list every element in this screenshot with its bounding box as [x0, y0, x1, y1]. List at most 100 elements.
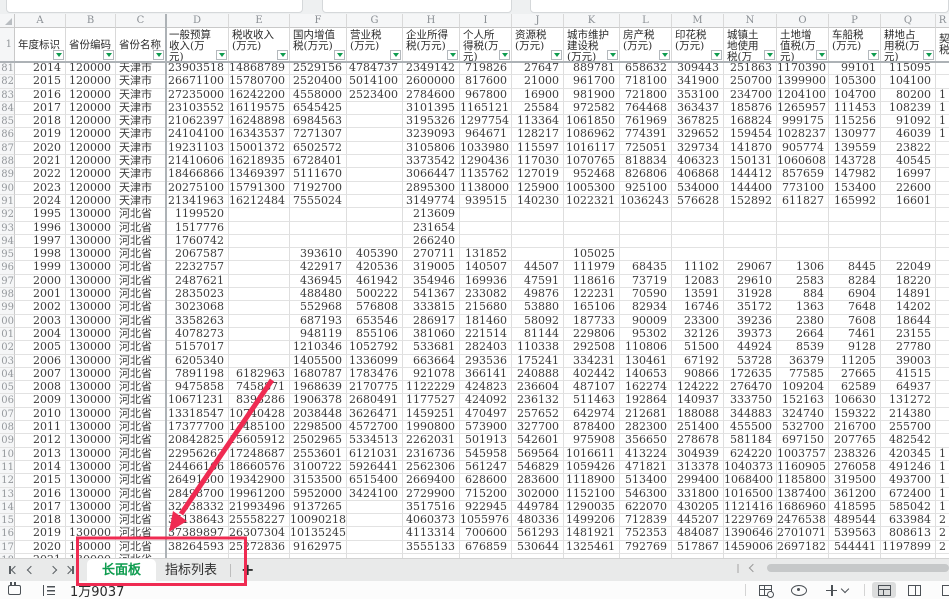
cell[interactable]	[564, 208, 620, 222]
cell[interactable]: 7461	[829, 327, 881, 342]
cell[interactable]	[724, 221, 777, 235]
cell[interactable]: 576628	[672, 194, 724, 209]
cell[interactable]: 130000	[66, 421, 116, 435]
cell[interactable]: 3149774	[403, 194, 460, 209]
cell[interactable]: 1481921	[564, 527, 620, 541]
cell[interactable]: 6121031	[347, 447, 403, 461]
cell[interactable]: 293536	[460, 354, 512, 368]
cell[interactable]	[936, 315, 949, 328]
cell[interactable]: 1290436	[460, 155, 512, 169]
cell[interactable]	[936, 341, 949, 355]
cell[interactable]: 175241	[512, 354, 564, 368]
cell[interactable]: 15605912	[229, 434, 290, 448]
cell[interactable]: 517867	[672, 540, 724, 554]
cell[interactable]: 168824	[724, 115, 777, 129]
cell[interactable]: 721800	[620, 88, 672, 102]
cell[interactable]: 169936	[460, 274, 512, 289]
cell[interactable]: 424092	[460, 394, 512, 408]
cell[interactable]	[460, 208, 512, 222]
cell[interactable]	[936, 328, 949, 342]
cell[interactable]: 2729900	[403, 487, 460, 501]
row-number[interactable]: 89	[0, 168, 15, 182]
cell[interactable]: 2380	[777, 314, 829, 328]
cell[interactable]	[881, 208, 936, 222]
cell[interactable]: 622070	[620, 500, 672, 515]
cell[interactable]: 108239	[881, 101, 936, 116]
cell[interactable]: 10740428	[229, 407, 290, 422]
cell[interactable]: 2697182	[777, 540, 829, 554]
cell[interactable]: 697150	[777, 434, 829, 448]
cell[interactable]: 1297754	[460, 115, 512, 129]
cell[interactable]: 534000	[672, 181, 724, 195]
row-number[interactable]: 92	[0, 208, 15, 222]
cell[interactable]: 130000	[66, 288, 116, 302]
cell[interactable]: 418595	[829, 500, 881, 515]
cell[interactable]: 2170775	[347, 381, 403, 395]
cell[interactable]: 165106	[564, 301, 620, 315]
cell[interactable]: 1016117	[564, 141, 620, 156]
cell[interactable]: 68435	[620, 261, 672, 275]
cell[interactable]: 1070765	[564, 155, 620, 169]
cell[interactable]: 1906378	[290, 394, 347, 408]
cell[interactable]: 1185800	[777, 474, 829, 488]
cell[interactable]: 761969	[620, 115, 672, 129]
cell[interactable]: 1686960	[777, 500, 829, 515]
cell[interactable]	[347, 168, 403, 182]
cell[interactable]: 1405500	[290, 354, 347, 368]
cell[interactable]: 2023	[15, 181, 66, 195]
header-cell[interactable]: 房产税(万元)	[620, 28, 672, 62]
cell[interactable]	[829, 234, 881, 249]
cell[interactable]: 282403	[460, 341, 512, 355]
cell[interactable]: 333815	[403, 301, 460, 315]
filter-dropdown-button[interactable]	[216, 50, 227, 60]
cell[interactable]: 河北省	[116, 327, 166, 342]
cell[interactable]: 2349142	[403, 62, 460, 76]
cell[interactable]: 130000	[66, 500, 116, 515]
header-cell[interactable]: 城市维护建设税(万元)	[564, 28, 620, 62]
cell[interactable]: 1060608	[777, 155, 829, 169]
column-letter[interactable]: B	[66, 14, 116, 28]
cell[interactable]	[936, 261, 949, 275]
column-letter[interactable]: C	[116, 14, 166, 28]
cell[interactable]: 188088	[672, 407, 724, 422]
cell[interactable]: 545958	[460, 447, 512, 461]
cell[interactable]: 41515	[881, 367, 936, 382]
cell[interactable]: 143728	[829, 155, 881, 169]
cell[interactable]	[672, 221, 724, 235]
cell[interactable]: 1016611	[564, 447, 620, 461]
cell[interactable]: 17377700	[166, 421, 229, 435]
cell[interactable]	[936, 155, 949, 169]
cell[interactable]: 河北省	[116, 354, 166, 368]
cell[interactable]: 319500	[829, 474, 881, 488]
cell[interactable]: 3023068	[166, 301, 229, 315]
cell[interactable]: 2600000	[403, 75, 460, 89]
cell[interactable]: 1990800	[403, 421, 460, 435]
row-number[interactable]: 84	[0, 101, 15, 116]
cell[interactable]: 2019	[15, 128, 66, 142]
normal-view-button[interactable]	[872, 582, 896, 598]
cell[interactable]: 324740	[777, 407, 829, 422]
row-number[interactable]: 1	[0, 28, 15, 62]
cell[interactable]: 541367	[403, 288, 460, 302]
cell[interactable]: 河北省	[116, 394, 166, 408]
header-cell[interactable]: 税收收入(万元)	[229, 28, 290, 62]
row-number[interactable]: 81	[0, 62, 15, 76]
cell[interactable]: 251400	[672, 421, 724, 435]
cell[interactable]: 90866	[672, 367, 724, 382]
cell[interactable]: 455500	[724, 421, 777, 435]
cell[interactable]: 215680	[460, 301, 512, 315]
cell[interactable]: 501913	[460, 434, 512, 448]
cell[interactable]: 1052792	[347, 341, 403, 355]
chevron-down-icon[interactable]	[840, 584, 850, 594]
cell[interactable]	[229, 301, 290, 315]
cell[interactable]: 774391	[620, 128, 672, 142]
cell[interactable]: 236604	[512, 381, 564, 395]
cell[interactable]: 2520400	[290, 75, 347, 89]
cell[interactable]: 25584	[512, 101, 564, 116]
cell[interactable]: 353100	[672, 88, 724, 102]
cell[interactable]: 207765	[829, 434, 881, 448]
cell[interactable]: 187733	[564, 314, 620, 328]
cell[interactable]	[936, 182, 949, 195]
cell[interactable]: 1290035	[564, 500, 620, 515]
filter-dropdown-button[interactable]	[499, 50, 510, 60]
